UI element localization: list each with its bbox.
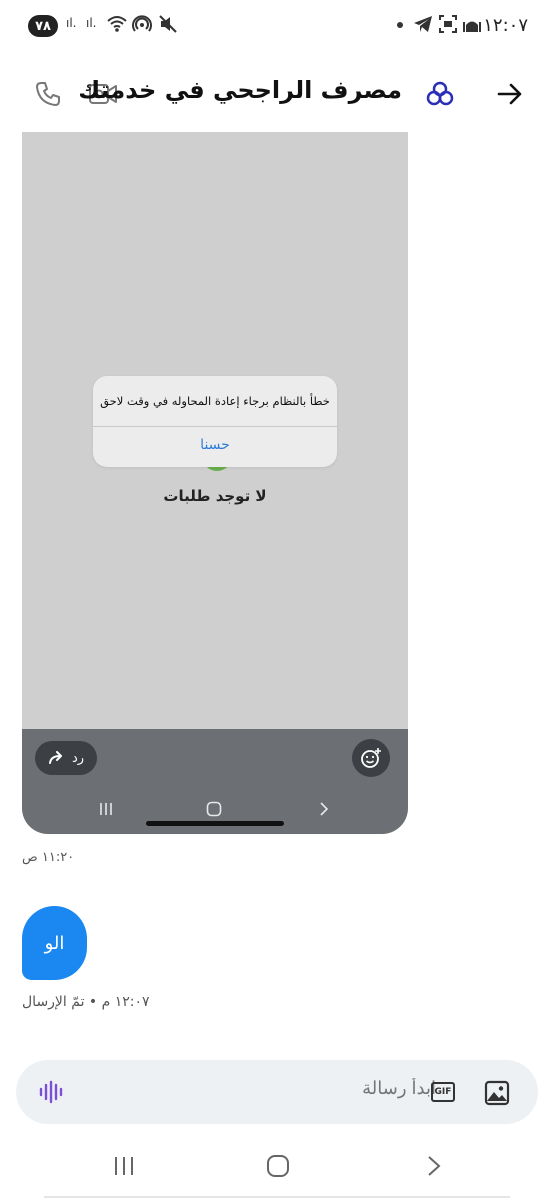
reply-arrow-icon bbox=[48, 751, 62, 764]
sent-message-bubble[interactable]: الو bbox=[22, 906, 87, 980]
error-dialog: خطأ بالنظام برجاء إعادة المحاوله في وقت … bbox=[93, 376, 337, 467]
gif-button[interactable]: GIF bbox=[431, 1082, 455, 1102]
message-status: ١٢:٠٧ م • تمّ الإرسال bbox=[22, 994, 150, 1010]
back-icon bbox=[320, 802, 329, 816]
message-composer: GIF bbox=[16, 1060, 538, 1124]
back-icon[interactable] bbox=[422, 1154, 446, 1178]
phone-icon[interactable] bbox=[34, 80, 62, 108]
status-bar: ٧٨ ıl. ıl. ١٢:٠٧ bbox=[0, 0, 554, 52]
status-time: ١٢:٠٧ bbox=[483, 15, 528, 36]
screenshot-toolbar: رد bbox=[22, 729, 408, 834]
image-icon[interactable] bbox=[484, 1080, 510, 1106]
divider bbox=[44, 1196, 510, 1198]
signal-2: ıl. bbox=[86, 16, 97, 30]
system-nav-bar bbox=[0, 1140, 554, 1200]
arrow-right-icon[interactable] bbox=[496, 80, 524, 108]
message-time: ١١:٢٠ ص bbox=[22, 850, 75, 865]
alrajhi-logo-icon bbox=[426, 81, 454, 106]
mosque-icon bbox=[463, 21, 481, 32]
voice-wave-icon[interactable] bbox=[38, 1080, 64, 1104]
reply-label: رد bbox=[71, 750, 85, 766]
dot-icon bbox=[397, 22, 403, 28]
recent-apps-icon[interactable] bbox=[112, 1154, 136, 1178]
message-input[interactable] bbox=[196, 1078, 436, 1099]
hotspot-icon bbox=[132, 15, 152, 32]
chat-title: مصرف الراجحي في خدمتك bbox=[78, 76, 402, 104]
home-indicator bbox=[146, 821, 284, 826]
battery-indicator: ٧٨ bbox=[28, 15, 58, 37]
shared-screenshot[interactable]: خطأ بالنظام برجاء إعادة المحاوله في وقت … bbox=[22, 132, 408, 834]
recent-apps-icon bbox=[100, 803, 112, 815]
screenshot-icon bbox=[439, 15, 457, 33]
home-icon bbox=[206, 801, 222, 817]
emoji-add-icon bbox=[352, 739, 390, 777]
dialog-divider bbox=[93, 426, 337, 427]
dialog-message: خطأ بالنظام برجاء إعادة المحاوله في وقت … bbox=[100, 394, 330, 408]
dialog-ok-button: حسنا bbox=[200, 437, 230, 453]
reply-button: رد bbox=[35, 741, 97, 775]
mute-icon bbox=[159, 15, 177, 33]
wifi-icon bbox=[107, 16, 127, 32]
chat-header: مصرف الراجحي في خدمتك bbox=[0, 60, 554, 126]
home-icon[interactable] bbox=[266, 1154, 290, 1178]
empty-state-label: لا توجد طلبات bbox=[163, 487, 267, 505]
telegram-icon bbox=[414, 16, 432, 32]
signal-1: ıl. bbox=[66, 16, 77, 30]
